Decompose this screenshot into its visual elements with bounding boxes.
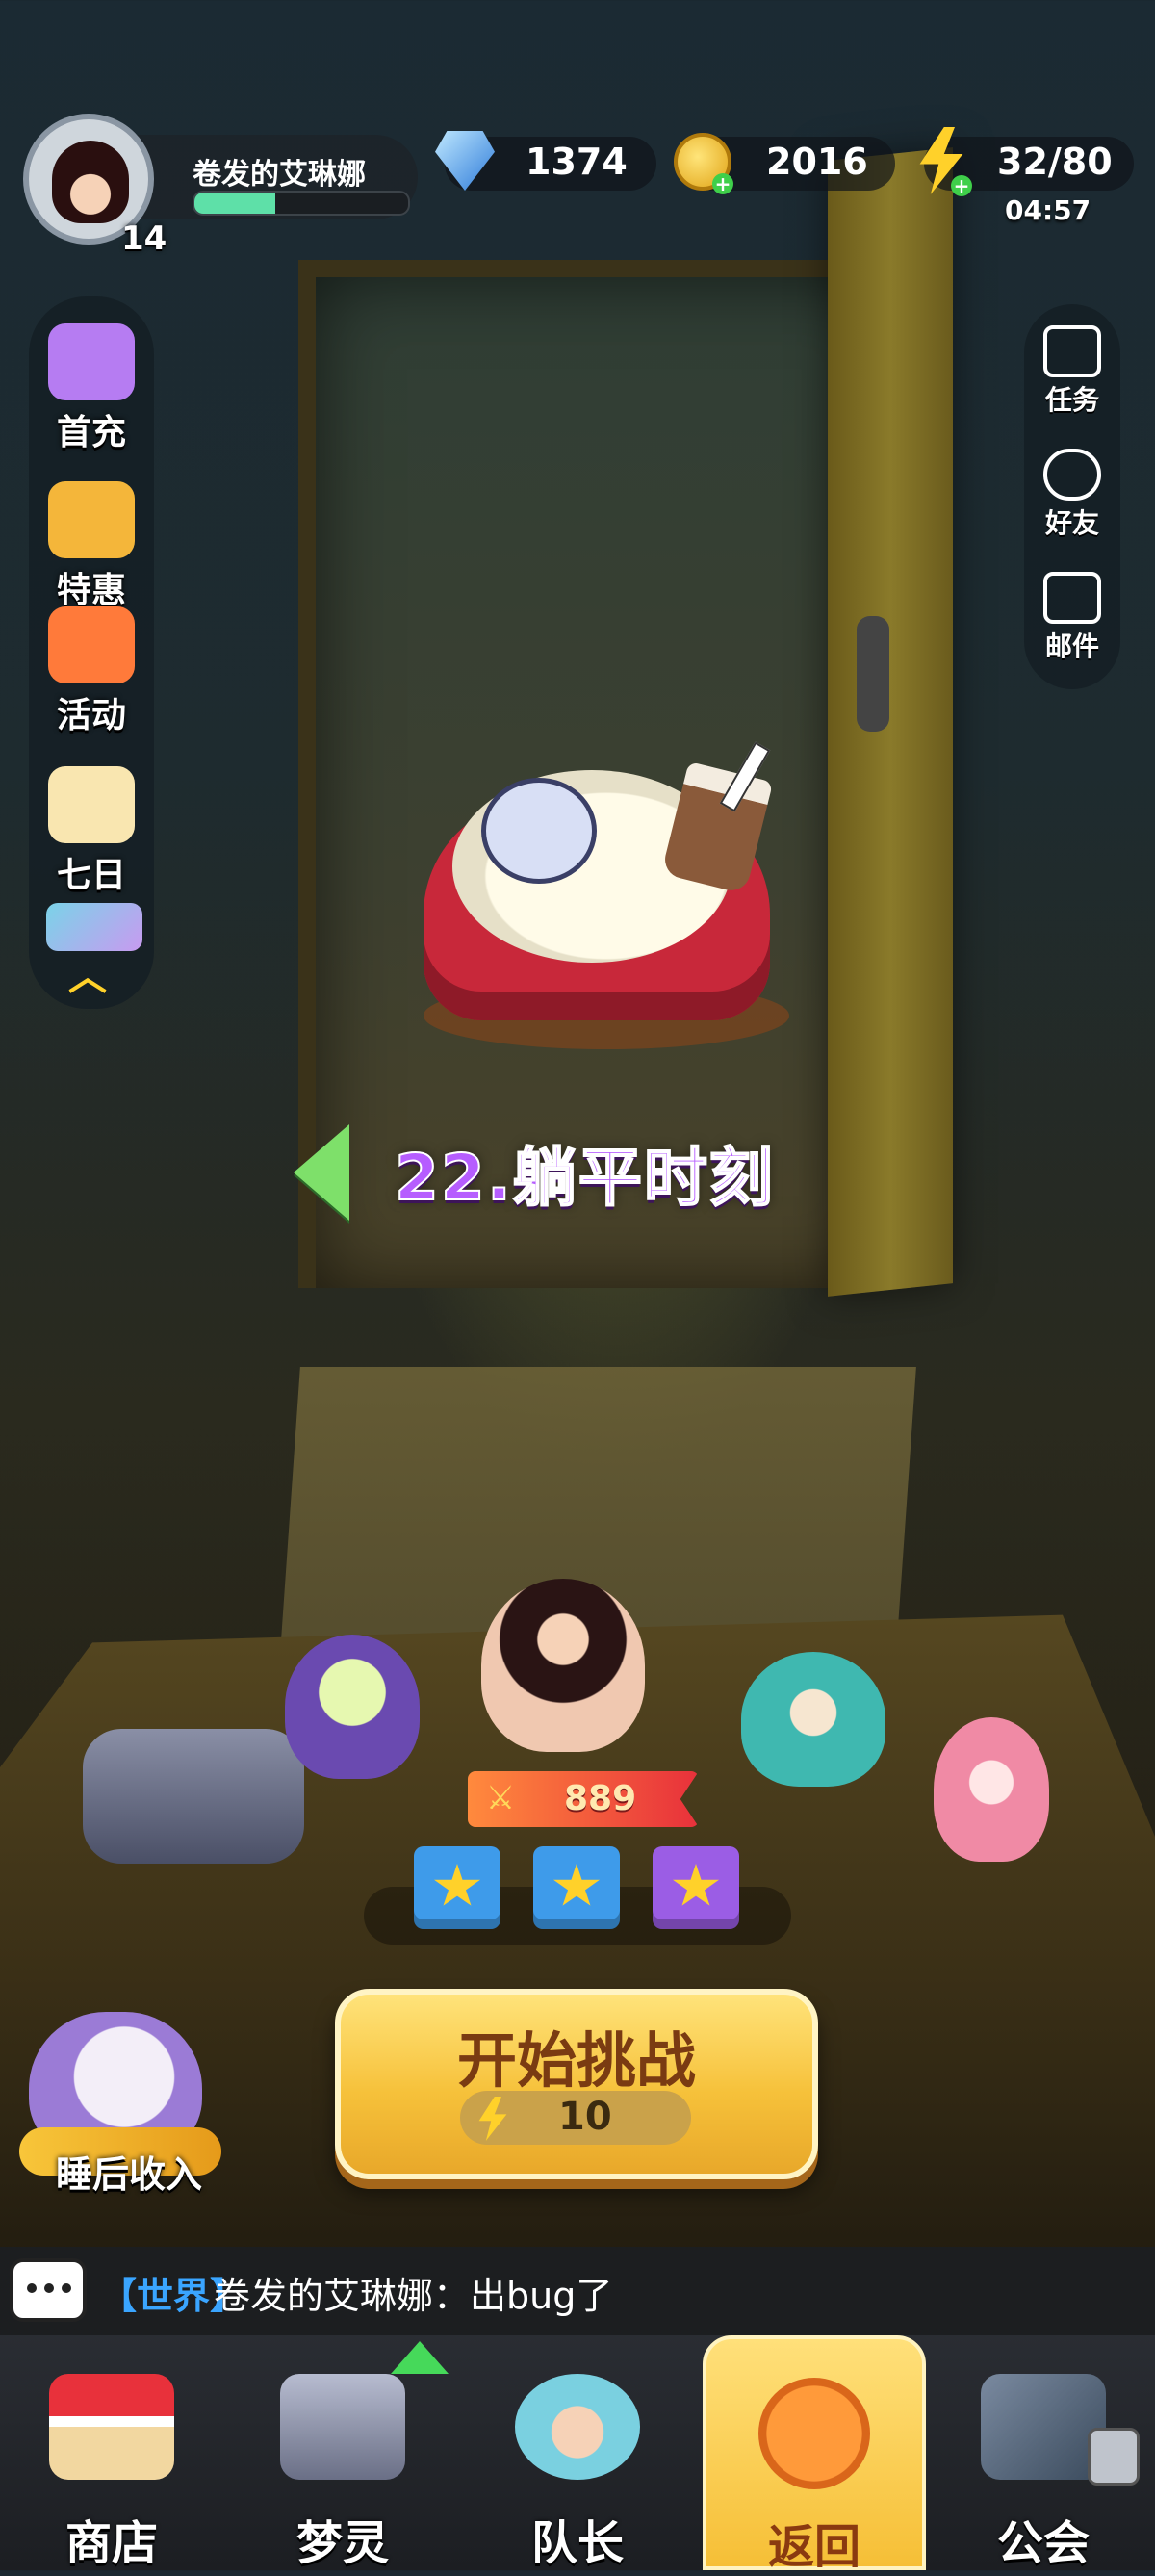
menu-label: 任务 (1044, 384, 1099, 416)
player-profile[interactable]: 14 卷发的艾琳娜 (23, 114, 418, 258)
blue-star-chest-icon[interactable] (533, 1846, 620, 1929)
shop-icon (49, 2374, 174, 2480)
mail-icon (1043, 572, 1101, 624)
return-icon (758, 2378, 870, 2489)
previous-stage-arrow[interactable] (294, 1124, 349, 1221)
team-member-mech[interactable] (83, 1729, 304, 1864)
nav-captain[interactable]: 队长 (466, 2335, 689, 2570)
penguin-head (481, 778, 597, 884)
menu-label: 好友 (1044, 507, 1099, 539)
player-name: 卷发的艾琳娜 (192, 158, 366, 192)
team-power: 889 (564, 1779, 637, 1818)
menu-special-offer[interactable]: 特惠 (29, 481, 154, 612)
gem-count: 1374 (526, 141, 628, 183)
team-member-nurse[interactable] (934, 1717, 1049, 1862)
menu-tasks[interactable]: 任务 (1024, 325, 1120, 418)
nav-label: 商店 (64, 2516, 158, 2570)
menu-friends[interactable]: 好友 (1024, 449, 1120, 541)
background-door (828, 147, 953, 1297)
captain-icon (515, 2374, 640, 2480)
player-level: 14 (121, 219, 167, 258)
nav-label: 公会 (996, 2516, 1090, 2570)
hammer-icon (48, 323, 135, 400)
add-energy-icon[interactable]: + (951, 175, 972, 196)
menu-label: 活动 (56, 696, 126, 735)
coupon-icon (48, 481, 135, 558)
nav-label: 返回 (767, 2520, 860, 2574)
add-coin-icon[interactable]: + (712, 173, 733, 194)
nav-dream-spirit[interactable]: 梦灵 (231, 2335, 454, 2570)
robot-icon (280, 2374, 405, 2480)
xp-bar (192, 191, 410, 216)
nav-label: 队长 (530, 2516, 624, 2570)
task-icon (1043, 325, 1101, 377)
team-member-captain[interactable] (481, 1579, 645, 1752)
coin-count: 2016 (766, 141, 868, 183)
avatar-portrait (52, 141, 129, 223)
nav-guild[interactable]: 公会 (932, 2335, 1155, 2570)
chat-bubble-icon[interactable] (10, 2258, 87, 2322)
team-member-punk[interactable] (285, 1635, 420, 1779)
gift-box-icon (48, 606, 135, 683)
nav-label: 梦灵 (295, 2516, 389, 2570)
nav-shop[interactable]: 商店 (0, 2335, 223, 2570)
nav-return[interactable]: 返回 (703, 2335, 926, 2574)
menu-label: 首充 (56, 413, 126, 452)
energy-cost: 10 (558, 2095, 612, 2139)
purple-star-chest-icon[interactable] (653, 1846, 739, 1929)
xp-fill (194, 193, 276, 214)
energy-timer: 04:57 (1005, 194, 1091, 226)
stage-title: 22.躺平时刻 (394, 1140, 775, 1216)
door-handle (857, 616, 889, 732)
menu-events[interactable]: 活动 (29, 606, 154, 737)
menu-label: 七日 (56, 856, 126, 895)
friends-icon (1043, 449, 1101, 501)
menu-label: 邮件 (1044, 631, 1099, 662)
menu-mail[interactable]: 邮件 (1024, 572, 1120, 664)
menu-seven-day[interactable]: 七日 (29, 766, 154, 897)
lock-icon (1088, 2428, 1140, 2486)
menu-label: 特惠 (56, 571, 126, 610)
treasure-box-icon[interactable] (46, 903, 142, 951)
sleep-income-label[interactable]: 睡后收入 (56, 2145, 202, 2198)
menu-first-recharge[interactable]: 首充 (29, 323, 154, 454)
start-challenge-label: 开始挑战 (456, 2025, 696, 2096)
sword-icon: ⚔ (485, 1779, 516, 1817)
chevron-up-icon[interactable]: ︿ (64, 958, 112, 996)
team-member-octopus[interactable] (741, 1652, 886, 1787)
energy-count: 32/80 (997, 141, 1113, 183)
calendar-icon (48, 766, 135, 843)
upgrade-arrow-icon (391, 2341, 449, 2374)
blue-star-chest-icon[interactable] (414, 1846, 500, 1929)
chat-message: 卷发的艾琳娜：出bug了 (214, 2275, 613, 2317)
